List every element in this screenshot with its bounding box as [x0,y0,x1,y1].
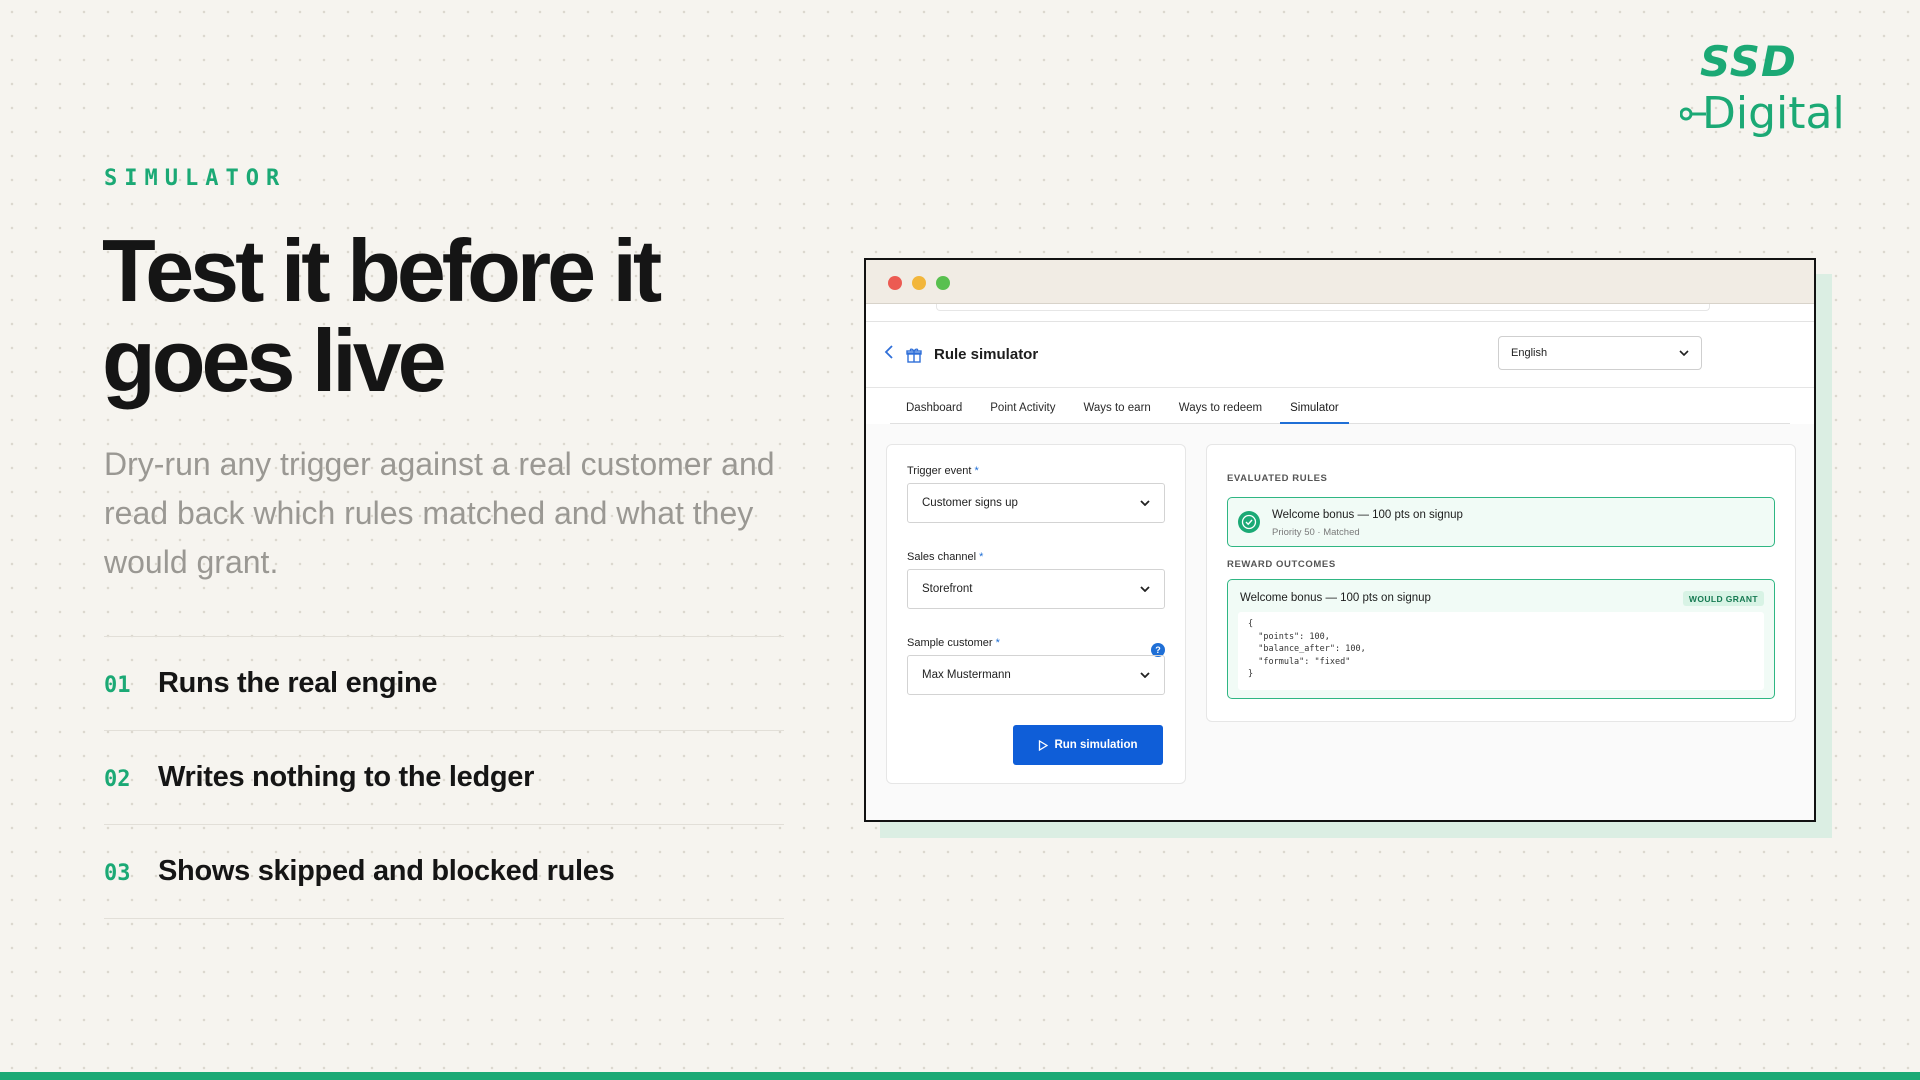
chevron-left-icon[interactable] [884,344,894,365]
trigger-event-value: Customer signs up [922,497,1018,509]
sample-customer-select[interactable]: Max Mustermann [907,655,1165,695]
evaluated-rules-heading: EVALUATED RULES [1227,473,1328,484]
tab-dashboard[interactable]: Dashboard [890,402,972,423]
evaluated-rule-item[interactable]: Welcome bonus — 100 pts on signup Priori… [1227,497,1775,547]
would-grant-badge: WOULD GRANT [1682,591,1764,606]
tab-ways-to-earn[interactable]: Ways to earn [1073,402,1160,423]
app-header: Rule simulator English [866,322,1814,388]
language-value: English [1511,347,1548,359]
feature-number: 02 [104,767,131,792]
feature-number: 01 [104,673,131,698]
language-select[interactable]: English [1498,336,1702,370]
feature-number: 03 [104,861,131,886]
chevron-down-icon [1140,500,1150,506]
tab-ways-to-redeem[interactable]: Ways to redeem [1169,402,1272,423]
rule-meta: Priority 50 · Matched [1272,527,1360,538]
feature-text: Shows skipped and blocked rules [158,855,615,887]
simulator-content: Trigger event * Customer signs up Sales … [866,424,1814,820]
chevron-down-icon [1140,672,1150,678]
simulation-form: Trigger event * Customer signs up Sales … [886,444,1186,784]
tab-simulator[interactable]: Simulator [1280,402,1349,424]
feature-item: 01 Runs the real engine [104,637,784,731]
subhead: Dry-run any trigger against a real custo… [104,446,775,580]
ssd-digital-logo: SSD Digital [1680,44,1845,139]
run-simulation-label: Run simulation [1054,739,1138,751]
window-close-dot[interactable] [888,276,902,290]
chevron-down-icon [1679,350,1689,356]
page-title: Rule simulator [934,346,1039,363]
feature-item: 02 Writes nothing to the ledger [104,731,784,825]
tab-point-activity[interactable]: Point Activity [980,402,1065,423]
reward-outcome-item: Welcome bonus — 100 pts on signup WOULD … [1227,579,1775,699]
browser-window: Rule simulator English Dashboard Point A… [864,258,1816,822]
address-bar-strip [866,304,1814,322]
gift-icon [906,347,922,363]
rule-title: Welcome bonus — 100 pts on signup [1272,509,1463,521]
feature-text: Runs the real engine [158,667,438,699]
sales-channel-select[interactable]: Storefront [907,569,1165,609]
sample-customer-value: Max Mustermann [922,669,1011,681]
sample-customer-label: Sample customer * [907,637,1000,649]
tab-bar: Dashboard Point Activity Ways to earn Wa… [890,388,1790,424]
logo-digital-text: Digital [1702,88,1845,139]
check-circle-icon [1238,511,1260,533]
logo-ssd-text: SSD [1700,44,1797,86]
window-minimize-dot[interactable] [912,276,926,290]
play-icon [1039,739,1049,751]
sales-channel-label: Sales channel * [907,551,984,563]
feature-text: Writes nothing to the ledger [158,761,535,793]
headline: Test it before it goes live [102,221,662,410]
simulation-results: EVALUATED RULES Welcome bonus — 100 pts … [1206,444,1796,722]
window-maximize-dot[interactable] [936,276,950,290]
chevron-down-icon [1140,586,1150,592]
trigger-event-label: Trigger event * [907,465,979,477]
run-simulation-button[interactable]: Run simulation [1013,725,1163,765]
bottom-accent-bar [0,1072,1920,1080]
feature-item: 03 Shows skipped and blocked rules [104,825,784,919]
sales-channel-value: Storefront [922,583,973,595]
reward-outcomes-heading: REWARD OUTCOMES [1227,559,1336,570]
feature-list: 01 Runs the real engine 02 Writes nothin… [104,636,784,919]
browser-titlebar [866,260,1814,304]
outcome-title: Welcome bonus — 100 pts on signup [1240,592,1431,604]
section-eyebrow: SIMULATOR [104,166,287,191]
outcome-json: { "points": 100, "balance_after": 100, "… [1238,612,1764,690]
trigger-event-select[interactable]: Customer signs up [907,483,1165,523]
